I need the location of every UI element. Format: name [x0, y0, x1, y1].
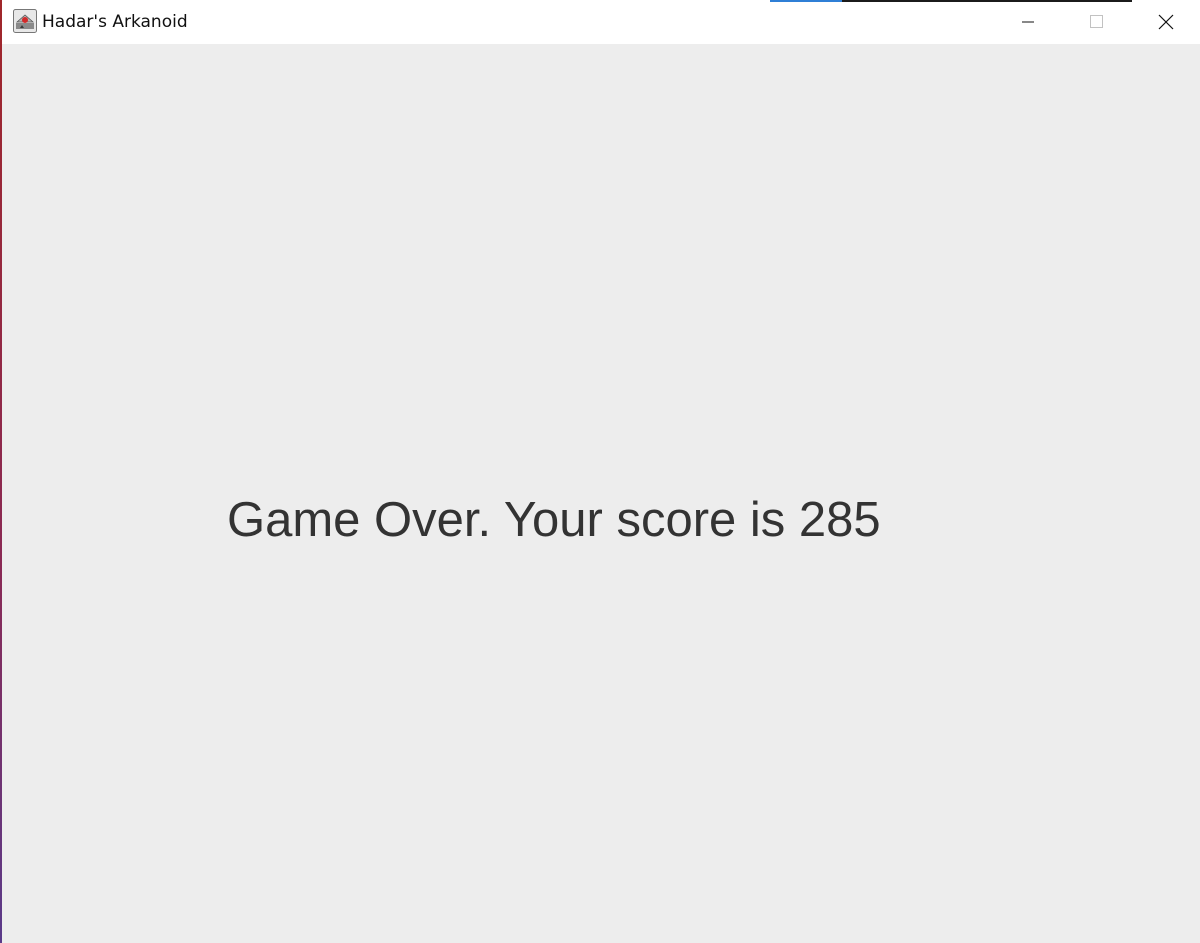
close-icon	[1157, 13, 1175, 31]
window-title: Hadar's Arkanoid	[42, 12, 188, 32]
minimize-icon	[1020, 14, 1036, 30]
app-window: Hadar's Arkanoid Game Over. Your score i…	[0, 0, 1200, 943]
minimize-button[interactable]	[994, 0, 1062, 44]
close-button[interactable]	[1132, 0, 1200, 44]
title-bar[interactable]: Hadar's Arkanoid	[2, 0, 1200, 44]
game-over-message: Game Over. Your score is 285	[227, 493, 881, 547]
background-window-accent	[770, 0, 842, 2]
java-app-icon[interactable]	[13, 9, 37, 33]
game-canvas[interactable]: Game Over. Your score is 285	[2, 44, 1200, 943]
maximize-icon	[1088, 14, 1104, 30]
background-window-edge	[770, 0, 1132, 2]
maximize-button[interactable]	[1062, 0, 1130, 44]
